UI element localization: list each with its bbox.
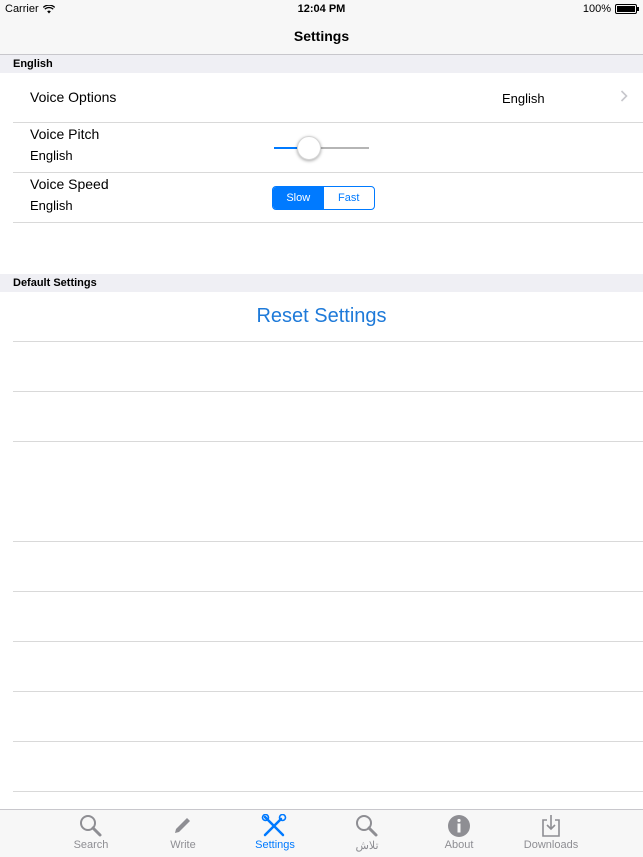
- voice-options-label: Voice Options: [30, 89, 117, 105]
- battery-icon: [615, 4, 639, 14]
- tab-label: Settings: [255, 839, 295, 851]
- page-title: Settings: [293, 28, 350, 44]
- divider: [13, 341, 643, 342]
- section-header-default-settings: Default Settings: [0, 274, 643, 292]
- divider: [13, 691, 643, 692]
- divider: [13, 741, 643, 742]
- tab-label: Write: [170, 839, 196, 851]
- divider: [13, 791, 643, 792]
- section-header-english: English: [0, 55, 643, 73]
- segment-slow[interactable]: Slow: [273, 187, 324, 209]
- search-icon: [80, 815, 102, 837]
- status-right: 100%: [582, 3, 639, 15]
- tab-downloads[interactable]: Downloads: [516, 814, 586, 851]
- divider: [13, 541, 643, 542]
- search-icon: [356, 815, 378, 837]
- tab-search[interactable]: Search: [56, 814, 126, 851]
- tab-label: Downloads: [523, 839, 579, 851]
- voice-speed-label: Voice Speed: [30, 176, 109, 192]
- voice-options-value: English: [502, 91, 545, 106]
- chevron-right-icon: [620, 89, 628, 105]
- segment-fast[interactable]: Fast: [324, 187, 375, 209]
- voice-pitch-subtitle: English: [30, 148, 73, 163]
- tab-search-urdu[interactable]: تلاش: [332, 814, 402, 852]
- voice-pitch-row: Voice Pitch English: [0, 123, 643, 172]
- info-icon: [448, 815, 470, 837]
- voice-options-row[interactable]: Voice Options English: [0, 73, 643, 122]
- reset-settings-button[interactable]: Reset Settings: [0, 305, 643, 328]
- voice-speed-row: Voice Speed English Slow Fast: [0, 173, 643, 222]
- tab-about[interactable]: About: [424, 814, 494, 851]
- status-time: 12:04 PM: [297, 3, 346, 15]
- pencil-icon: [175, 818, 190, 833]
- slider-thumb[interactable]: [297, 136, 322, 160]
- voice-speed-segmented-control[interactable]: Slow Fast: [272, 186, 375, 210]
- tab-label: تلاش: [355, 840, 379, 852]
- tab-label: About: [444, 839, 474, 851]
- divider: [13, 391, 643, 392]
- battery-label: 100%: [582, 3, 611, 15]
- divider: [13, 641, 643, 642]
- divider: [13, 591, 643, 592]
- download-icon: [542, 815, 560, 837]
- divider: [13, 222, 643, 223]
- navigation-bar: Settings: [0, 20, 643, 55]
- divider: [13, 441, 643, 442]
- tab-settings[interactable]: Settings: [240, 814, 310, 851]
- voice-pitch-slider[interactable]: [274, 136, 369, 160]
- status-bar: Carrier 12:04 PM 100%: [0, 0, 643, 20]
- tab-bar: Search Write Settings تلاش About Downloa…: [0, 809, 643, 857]
- tools-icon: [261, 814, 287, 837]
- voice-pitch-label: Voice Pitch: [30, 126, 100, 142]
- tab-write[interactable]: Write: [148, 814, 218, 851]
- tab-label: Search: [73, 839, 109, 851]
- voice-speed-subtitle: English: [30, 198, 73, 213]
